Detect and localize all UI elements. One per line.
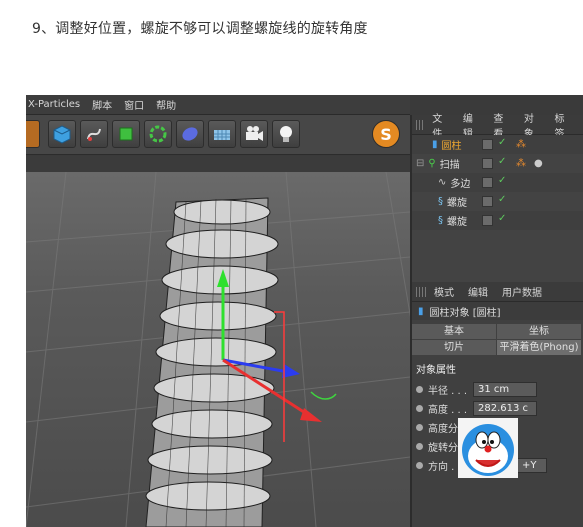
camera-icon[interactable] — [240, 120, 268, 148]
keyframe-dot-icon[interactable] — [416, 386, 423, 393]
section-title: 对象属性 — [416, 365, 456, 376]
keyframe-dot-icon[interactable] — [416, 443, 423, 450]
tree-expand-icon[interactable]: ⊟ — [416, 158, 424, 169]
material-tag-icon[interactable]: ⁂ — [516, 158, 526, 169]
object-label: 螺旋 — [447, 198, 467, 209]
toolbar: S — [26, 115, 410, 155]
prop-label: 半径 . . . — [428, 386, 468, 397]
am-menu-mode[interactable]: 模式 — [434, 284, 454, 299]
sweep-icon: ⚲ — [428, 158, 436, 169]
menu-window[interactable]: 窗口 — [124, 97, 144, 112]
prop-height: 高度 . . . 282.613 c — [412, 399, 583, 418]
menu-bar: X-Particles 脚本 窗口 帮助 — [26, 95, 410, 115]
object-label: 多边 — [450, 179, 471, 190]
layer-icon[interactable] — [482, 139, 493, 150]
object-label: 螺旋 — [447, 217, 467, 228]
attribute-manager: 模式 编辑 用户数据 ▮ 圆柱对象 [圆柱] 基本 坐标 切片 平滑着色(Pho… — [412, 282, 583, 527]
check-icon[interactable]: ✓ — [498, 156, 506, 167]
keyframe-dot-icon[interactable] — [416, 462, 423, 469]
attribute-title-row: ▮ 圆柱对象 [圆柱] — [412, 302, 583, 320]
menu-xparticles[interactable]: X-Particles — [28, 99, 80, 110]
spline-icon: ∿ — [438, 177, 447, 188]
am-menu-edit[interactable]: 编辑 — [468, 284, 488, 299]
cylinder-icon: ▮ — [418, 305, 424, 317]
object-row-polygon[interactable]: ∿ 多边 ✓ — [412, 173, 583, 192]
object-row-helix-2[interactable]: § 螺旋 ✓ — [412, 211, 583, 230]
tab-basic[interactable]: 基本 — [412, 324, 496, 339]
layer-icon[interactable] — [482, 177, 493, 188]
array-icon[interactable] — [144, 120, 172, 148]
doraemon-mascot-icon — [458, 418, 518, 478]
cylinder-icon: ▮ — [432, 139, 438, 150]
object-manager: 文件 编辑 查看 对象 标签 ▮ 圆柱 ✓ ⁂ ⊟ ⚲ 扫描 ✓ ⁂ ● ∿ 多… — [412, 114, 583, 273]
layer-icon[interactable] — [482, 196, 493, 207]
deformer-icon[interactable] — [176, 120, 204, 148]
check-icon[interactable]: ✓ — [498, 175, 506, 186]
material-tag-icon[interactable]: ⁂ — [516, 139, 526, 150]
check-icon[interactable]: ✓ — [498, 213, 506, 224]
check-icon[interactable]: ✓ — [498, 194, 506, 205]
tab-slice[interactable]: 切片 — [412, 340, 496, 355]
nurbs-icon[interactable] — [112, 120, 140, 148]
keyframe-dot-icon[interactable] — [416, 424, 423, 431]
light-icon[interactable] — [272, 120, 300, 148]
tab-coord[interactable]: 坐标 — [497, 324, 581, 339]
phong-tag-icon[interactable]: ● — [534, 158, 543, 169]
viewport-scene — [26, 172, 410, 527]
attribute-tabs: 基本 坐标 切片 平滑着色(Phong) — [412, 324, 583, 355]
prop-radius: 半径 . . . 31 cm — [412, 380, 583, 399]
helix-icon: § — [438, 196, 443, 207]
object-label: 扫描 — [439, 160, 460, 171]
cube-icon[interactable] — [48, 120, 76, 148]
render-icon[interactable] — [26, 120, 40, 148]
height-field[interactable]: 282.613 c — [473, 401, 537, 416]
check-icon[interactable]: ✓ — [498, 137, 506, 148]
object-row-sweep[interactable]: ⊟ ⚲ 扫描 ✓ ⁂ ● — [412, 154, 583, 173]
attribute-manager-menu: 模式 编辑 用户数据 — [412, 282, 583, 302]
3d-viewport[interactable] — [26, 172, 410, 527]
screw-model — [145, 197, 279, 527]
floor-icon[interactable] — [208, 120, 236, 148]
am-menu-userdata[interactable]: 用户数据 — [502, 284, 542, 299]
keyframe-dot-icon[interactable] — [416, 405, 423, 412]
menu-help[interactable]: 帮助 — [156, 97, 176, 112]
orientation-select[interactable]: +Y — [517, 458, 547, 473]
grip-icon[interactable] — [416, 286, 426, 297]
layer-icon[interactable] — [482, 158, 493, 169]
helix-icon: § — [438, 215, 443, 226]
menu-script[interactable]: 脚本 — [92, 97, 112, 112]
prop-label: 高度 . . . — [428, 405, 468, 416]
object-manager-menu: 文件 编辑 查看 对象 标签 — [412, 114, 583, 140]
viewport-header — [26, 156, 410, 172]
object-row-cylinder[interactable]: ▮ 圆柱 ✓ ⁂ — [412, 135, 583, 154]
prop-label: 旋转分 — [428, 443, 458, 454]
tab-phong[interactable]: 平滑着色(Phong) — [497, 340, 581, 355]
radius-field[interactable]: 31 cm — [473, 382, 537, 397]
prop-label: 高度分 — [428, 424, 458, 435]
spline-pen-icon[interactable] — [80, 120, 108, 148]
caption: 9、调整好位置，螺旋不够可以调整螺旋线的旋转角度 — [32, 21, 368, 37]
object-label: 圆柱 — [441, 141, 462, 152]
layer-icon[interactable] — [482, 215, 493, 226]
attribute-title: 圆柱对象 [圆柱] — [429, 307, 501, 319]
scripting-icon[interactable]: S — [372, 120, 400, 148]
object-row-helix-1[interactable]: § 螺旋 ✓ — [412, 192, 583, 211]
grip-icon[interactable] — [416, 119, 425, 130]
